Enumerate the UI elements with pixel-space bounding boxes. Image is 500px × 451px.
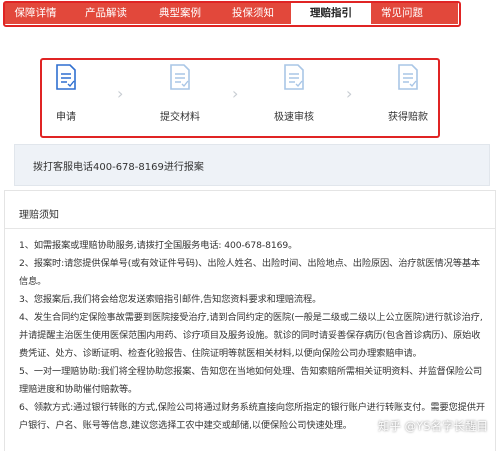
tab-typical-cases[interactable]: 典型案例 (145, 2, 215, 24)
step-apply: 申请 (26, 64, 106, 123)
tab-insurance-notice[interactable]: 投保须知 (215, 2, 291, 24)
watermark: 知乎 @YS名字长醒目 (378, 419, 488, 433)
notice-item: 1、如需报案或理赔协助服务,请拨打全国服务电话: 400-678-8169。 (19, 240, 298, 251)
tab-product-interpretation[interactable]: 产品解读 (67, 2, 145, 24)
phone-notice-box: 拨打客服电话400-678-8169进行报案 (14, 144, 490, 186)
chevron-right-icon: › (232, 84, 239, 103)
notice-item: 4、发生合同约定保险事故需要到医院接受治疗,请到合同约定的医院(一般是二级或二级… (19, 312, 483, 359)
tab-bar: 保障详情 产品解读 典型案例 投保须知 理赔指引 常见问题 (4, 2, 458, 24)
tab-coverage-details[interactable]: 保障详情 (4, 2, 67, 24)
step-fast-review: 极速审核 (254, 64, 334, 123)
tab-faq[interactable]: 常见问题 (371, 2, 433, 24)
notice-item: 5、一对一理赔协助:我们将全程协助您报案、告知您在当地如何处理、告知索赔所需相关… (19, 366, 483, 395)
document-icon (56, 64, 76, 90)
step-label: 获得赔款 (388, 112, 428, 123)
document-icon (398, 64, 418, 90)
chevron-right-icon: › (346, 84, 353, 103)
phone-notice: 拨打客服电话400-678-8169进行报案 (33, 162, 204, 173)
step-label: 极速审核 (274, 112, 314, 123)
document-icon (284, 64, 304, 90)
claims-notice-panel: 理赔须知 1、如需报案或理赔协助服务,请拨打全国服务电话: 400-678-81… (4, 190, 496, 451)
notice-item: 3、您报案后,我们将会给您发送索赔指引邮件,告知您资料要求和理赔流程。 (19, 294, 322, 305)
document-icon (170, 64, 190, 90)
notice-title: 理赔须知 (19, 210, 59, 221)
divider (5, 228, 495, 229)
step-label: 提交材料 (160, 112, 200, 123)
step-label: 申请 (56, 112, 76, 123)
step-submit-materials: 提交材料 (140, 64, 220, 123)
chevron-right-icon: › (117, 84, 124, 103)
notice-item: 2、报案时:请您提供保单号(或有效证件号码)、出险人姓名、出险时间、出险地点、出… (19, 258, 480, 287)
step-receive-payout: 获得赔款 (368, 64, 448, 123)
tab-claims-guide[interactable]: 理赔指引 (291, 2, 371, 24)
